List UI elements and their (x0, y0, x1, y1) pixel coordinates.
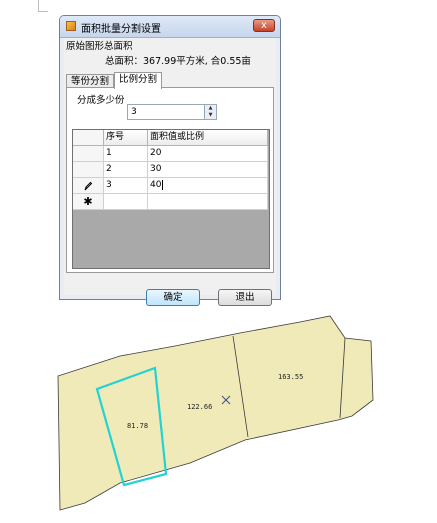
parcel-area-label: 81.78 (127, 422, 148, 430)
text-caret (162, 179, 164, 190)
row-value-cell-editing[interactable]: 40 (148, 178, 268, 194)
window-title: 面积批量分割设置 (81, 24, 161, 35)
tab-equal-split[interactable]: 等份分割 (66, 74, 115, 88)
close-button[interactable]: x (253, 19, 275, 32)
new-row-value-cell[interactable] (148, 194, 268, 210)
table-new-row: ✱ (73, 194, 269, 210)
stepper-down-icon[interactable]: ▼ (204, 112, 216, 119)
tab-ratio-split[interactable]: 比例分割 (114, 72, 163, 89)
ok-button[interactable]: 确定 (146, 289, 200, 306)
grid-header-row: 序号 面积值或比例 (73, 130, 269, 146)
area-ratio-grid: 序号 面积值或比例 1 20 2 30 3 40 ✱ (72, 129, 270, 269)
new-row-star-icon: ✱ (83, 195, 93, 208)
title-bar[interactable]: 面积批量分割设置 x (60, 16, 280, 38)
parcel-body[interactable] (57, 315, 374, 511)
app-icon (66, 21, 76, 31)
pencil-icon (84, 181, 93, 191)
row-index-cell[interactable]: 2 (104, 162, 148, 178)
total-area-text: 总面积：367.99平方米, 合0.55亩 (105, 56, 251, 67)
column-header-value[interactable]: 面积值或比例 (148, 130, 268, 146)
row-header-cell[interactable] (73, 162, 104, 178)
dialog-body: 原始图形总面积 总面积：367.99平方米, 合0.55亩 等份分割 比例分割 … (64, 38, 276, 306)
split-settings-dialog: 面积批量分割设置 x 原始图形总面积 总面积：367.99平方米, 合0.55亩… (59, 15, 281, 306)
row-value-cell[interactable]: 30 (148, 162, 268, 178)
parcel-area-label: 122.66 (187, 403, 212, 411)
split-count-stepper[interactable]: 3 ▲ ▼ (127, 104, 217, 120)
parcel-map[interactable]: 81.78 122.66 163.55 (0, 308, 437, 523)
row-value-text[interactable]: 40 (150, 180, 161, 190)
row-header-cell[interactable] (73, 178, 104, 194)
grid-corner-cell[interactable] (73, 130, 104, 146)
table-row: 2 30 (73, 162, 269, 178)
table-row: 1 20 (73, 146, 269, 162)
row-index-cell[interactable]: 1 (104, 146, 148, 162)
table-row-editing: 3 40 (73, 178, 269, 194)
split-count-label: 分成多少份 (77, 95, 125, 106)
row-header-cell[interactable]: ✱ (73, 194, 104, 210)
row-value-cell[interactable]: 20 (148, 146, 268, 162)
original-area-group-label: 原始图形总面积 (66, 41, 133, 52)
row-index-cell[interactable]: 3 (104, 178, 148, 194)
exit-button[interactable]: 退出 (218, 289, 272, 306)
ratio-split-panel: 分成多少份 3 ▲ ▼ 序号 面积值或比例 1 20 2 30 3 40 ✱ (66, 87, 274, 273)
parcel-area-label: 163.55 (278, 373, 303, 381)
row-header-cell[interactable] (73, 146, 104, 162)
page-corner-mark (38, 11, 48, 12)
new-row-index-cell[interactable] (104, 194, 148, 210)
split-count-value[interactable]: 3 (131, 107, 137, 117)
column-header-index[interactable]: 序号 (104, 130, 148, 146)
